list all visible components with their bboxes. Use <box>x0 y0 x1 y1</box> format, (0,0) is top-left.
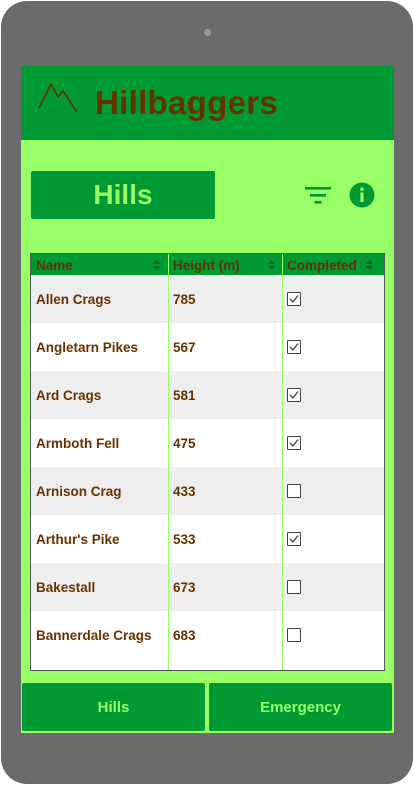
mountain-icon <box>38 83 78 113</box>
filter-icon[interactable] <box>305 185 331 205</box>
completed-checkbox[interactable] <box>287 532 301 546</box>
column-header-height[interactable]: Height (m) <box>168 254 282 275</box>
hill-name: Arthur's Pike <box>36 532 120 547</box>
column-divider <box>282 254 283 670</box>
table-row[interactable]: Arthur's Pike 533 <box>31 515 384 563</box>
checkmark-icon <box>289 295 299 303</box>
hill-name: Ard Crags <box>36 388 102 403</box>
hill-name: Allen Crags <box>36 292 112 307</box>
table-row[interactable]: Armboth Fell 475 <box>31 419 384 467</box>
nav-hills-button[interactable]: Hills <box>22 683 205 731</box>
column-divider <box>168 254 169 670</box>
hill-name: Armboth Fell <box>36 436 120 451</box>
hills-table: Name Height (m) Completed Allen Crags 78… <box>30 253 385 671</box>
column-header-name[interactable]: Name <box>31 254 168 275</box>
completed-checkbox[interactable] <box>287 580 301 594</box>
column-header-completed-label: Completed <box>287 258 357 273</box>
checkmark-icon <box>289 535 299 543</box>
table-row[interactable]: Allen Crags 785 <box>31 275 384 323</box>
sort-icon[interactable] <box>153 260 160 270</box>
sort-icon[interactable] <box>366 260 373 270</box>
device-frame: Hillbaggers Hills Name Height (m) Comple… <box>1 1 413 784</box>
sort-icon[interactable] <box>268 260 275 270</box>
camera-dot <box>204 29 211 36</box>
hill-height: 673 <box>173 580 196 595</box>
completed-checkbox[interactable] <box>287 436 301 450</box>
table-header: Name Height (m) Completed <box>31 254 384 275</box>
table-row[interactable]: Ard Crags 581 <box>31 371 384 419</box>
column-header-height-label: Height (m) <box>173 258 240 273</box>
table-row[interactable]: Arnison Crag 433 <box>31 467 384 515</box>
completed-checkbox[interactable] <box>287 484 301 498</box>
completed-checkbox[interactable] <box>287 340 301 354</box>
hill-height: 533 <box>173 532 196 547</box>
app-screen: Hillbaggers Hills Name Height (m) Comple… <box>21 66 394 733</box>
hill-height: 581 <box>173 388 196 403</box>
hill-height: 475 <box>173 436 196 451</box>
hill-height: 785 <box>173 292 196 307</box>
completed-checkbox[interactable] <box>287 292 301 306</box>
checkmark-icon <box>289 439 299 447</box>
app-title: Hillbaggers <box>95 84 279 121</box>
completed-checkbox[interactable] <box>287 388 301 402</box>
hill-height: 567 <box>173 340 196 355</box>
hill-name: Bannerdale Crags <box>36 628 152 643</box>
table-row[interactable]: Angletarn Pikes 567 <box>31 323 384 371</box>
checkmark-icon <box>289 391 299 399</box>
info-icon[interactable] <box>349 182 375 208</box>
hill-height: 683 <box>173 628 196 643</box>
nav-emergency-button[interactable]: Emergency <box>209 683 392 731</box>
completed-checkbox[interactable] <box>287 628 301 642</box>
hill-name: Angletarn Pikes <box>36 340 139 355</box>
app-bar: Hillbaggers <box>21 66 394 140</box>
page-title: Hills <box>31 171 215 219</box>
table-row[interactable]: Bakestall 673 <box>31 563 384 611</box>
table-row[interactable]: Bannerdale Crags 683 <box>31 611 384 659</box>
hill-name: Bakestall <box>36 580 96 595</box>
hill-name: Arnison Crag <box>36 484 122 499</box>
hill-height: 433 <box>173 484 196 499</box>
checkmark-icon <box>289 343 299 351</box>
column-header-name-label: Name <box>36 258 73 273</box>
